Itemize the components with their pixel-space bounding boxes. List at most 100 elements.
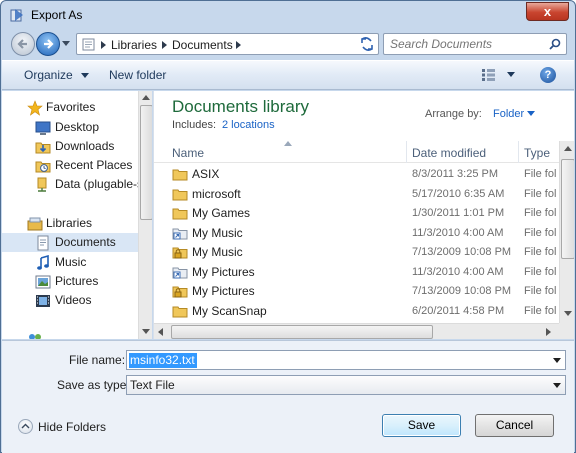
change-view-icon[interactable] bbox=[482, 69, 516, 81]
table-row[interactable]: My Games 1/30/2011 1:01 PM File fol bbox=[154, 203, 559, 223]
sort-ascending-icon bbox=[284, 141, 292, 146]
scroll-down-icon[interactable] bbox=[564, 311, 572, 316]
nav-item-label: Pictures bbox=[55, 274, 99, 288]
scroll-down-icon[interactable] bbox=[142, 329, 150, 334]
scrollbar-corner bbox=[559, 323, 574, 339]
file-name-field[interactable] bbox=[126, 350, 566, 370]
file-date-modified: 5/17/2010 6:35 AM bbox=[412, 187, 505, 200]
nav-item-homegroup[interactable] bbox=[2, 329, 152, 339]
search-icon[interactable] bbox=[549, 38, 561, 50]
nav-item-label: Recent Places bbox=[55, 158, 133, 172]
back-button[interactable] bbox=[11, 32, 35, 56]
nav-item-data-drive[interactable]: Data (plugable-se bbox=[2, 175, 152, 194]
column-date-modified[interactable]: Date modified bbox=[412, 146, 486, 160]
table-row[interactable]: My Music 7/13/2009 10:08 PM File fol bbox=[154, 242, 559, 262]
table-row[interactable]: My Pictures 11/3/2010 4:00 AM File fol bbox=[154, 262, 559, 282]
file-name-dropdown-icon[interactable] bbox=[553, 358, 561, 363]
address-bar[interactable]: Libraries Documents bbox=[76, 33, 424, 55]
nav-item-documents[interactable]: Documents bbox=[2, 233, 152, 252]
library-locations-link[interactable]: 2 locations bbox=[222, 119, 275, 131]
shortcut-folder-icon bbox=[172, 267, 188, 278]
file-date-modified: 6/20/2011 4:58 PM bbox=[412, 304, 505, 317]
organize-menu[interactable]: Organize bbox=[24, 68, 90, 82]
help-icon[interactable]: ? bbox=[540, 67, 556, 83]
column-type[interactable]: Type bbox=[524, 146, 550, 160]
nav-item-recent-places[interactable]: Recent Places bbox=[2, 156, 152, 175]
nav-item-label: Favorites bbox=[46, 100, 96, 114]
forward-button[interactable] bbox=[36, 32, 60, 56]
nav-item-label: Data (plugable-se bbox=[55, 177, 150, 191]
nav-item-downloads[interactable]: Downloads bbox=[2, 137, 152, 156]
close-button[interactable]: x bbox=[526, 2, 569, 21]
file-name: My Games bbox=[192, 206, 251, 220]
file-list-horizontal-scrollbar[interactable] bbox=[154, 323, 559, 339]
nav-item-label: Desktop bbox=[55, 120, 100, 134]
scroll-right-icon[interactable] bbox=[546, 328, 551, 336]
organize-label: Organize bbox=[24, 68, 73, 82]
breadcrumb-separator-icon[interactable] bbox=[101, 41, 106, 49]
file-date-modified: 1/30/2011 1:01 PM bbox=[412, 207, 505, 219]
file-list-vertical-scrollbar[interactable] bbox=[559, 141, 574, 323]
file-name-label: File name: bbox=[69, 353, 126, 367]
cancel-button[interactable]: Cancel bbox=[475, 414, 554, 437]
table-row[interactable]: My Music 11/3/2010 4:00 AM File fol bbox=[154, 223, 559, 243]
scrollbar-thumb[interactable] bbox=[561, 159, 574, 259]
scroll-up-icon[interactable] bbox=[564, 146, 572, 151]
column-divider[interactable] bbox=[406, 141, 407, 163]
folder-icon bbox=[172, 169, 188, 181]
file-name: My ScanSnap bbox=[192, 303, 267, 318]
refresh-icon[interactable] bbox=[356, 35, 378, 53]
export-as-dialog: Export As x Libraries Documents Search D… bbox=[0, 0, 576, 453]
arrange-by-value[interactable]: Folder bbox=[493, 108, 524, 120]
breadcrumb-libraries[interactable]: Libraries bbox=[111, 38, 157, 52]
save-as-type-select[interactable]: Text File bbox=[126, 375, 566, 395]
search-box[interactable] bbox=[383, 33, 567, 55]
scrollbar-thumb[interactable] bbox=[140, 105, 152, 220]
column-name[interactable]: Name bbox=[172, 146, 204, 160]
nav-item-music[interactable]: Music bbox=[2, 253, 152, 272]
arrange-by-label: Arrange by: bbox=[425, 108, 482, 120]
folder-icon bbox=[172, 189, 188, 200]
table-row[interactable]: My ScanSnap 6/20/2011 4:58 PM File fol bbox=[154, 301, 559, 321]
locked-folder-icon bbox=[172, 286, 188, 298]
scroll-up-icon[interactable] bbox=[142, 95, 150, 100]
table-row[interactable]: My Pictures 7/13/2009 10:08 PM File fol bbox=[154, 281, 559, 301]
hide-folders-button[interactable]: Hide Folders bbox=[18, 419, 108, 435]
scroll-left-icon[interactable] bbox=[158, 328, 163, 336]
nav-item-favorites[interactable]: Favorites bbox=[2, 98, 152, 117]
search-input[interactable] bbox=[388, 36, 538, 52]
homegroup-icon bbox=[29, 334, 41, 339]
navigation-pane: Favorites Desktop Downloads Recent Place… bbox=[2, 91, 152, 339]
breadcrumb-separator-icon[interactable] bbox=[236, 41, 241, 49]
save-button[interactable]: Save bbox=[382, 414, 461, 437]
nav-item-libraries[interactable]: Libraries bbox=[2, 214, 152, 233]
table-row[interactable]: microsoft 5/17/2010 6:35 AM File fol bbox=[154, 184, 559, 204]
navigation-pane-scrollbar[interactable] bbox=[138, 91, 152, 339]
file-name: My Pictures bbox=[192, 264, 255, 279]
breadcrumb-separator-icon[interactable] bbox=[162, 41, 167, 49]
file-type: File fol bbox=[524, 226, 557, 239]
file-date-modified: 7/13/2009 10:08 PM bbox=[412, 285, 512, 297]
column-divider[interactable] bbox=[518, 141, 519, 163]
back-arrow-icon bbox=[17, 39, 27, 49]
breadcrumb-documents[interactable]: Documents bbox=[172, 38, 233, 52]
nav-item-label: Documents bbox=[55, 235, 116, 249]
app-icon bbox=[10, 9, 23, 22]
nav-item-pictures[interactable]: Pictures bbox=[2, 272, 152, 291]
file-date-modified: 7/13/2009 10:08 PM bbox=[412, 246, 512, 258]
file-name-input[interactable] bbox=[129, 352, 539, 368]
forward-arrow-icon bbox=[44, 39, 54, 49]
new-folder-button[interactable]: New folder bbox=[109, 68, 166, 82]
recent-pages-dropdown-icon[interactable] bbox=[62, 41, 70, 46]
recent-places-icon bbox=[35, 161, 51, 173]
save-as-type-dropdown-icon[interactable] bbox=[553, 383, 561, 388]
arrange-by-dropdown-icon[interactable] bbox=[527, 111, 535, 116]
star-icon bbox=[27, 100, 43, 116]
window-title: Export As bbox=[31, 8, 83, 22]
file-name: microsoft bbox=[192, 186, 241, 201]
collapse-arrow-icon bbox=[18, 419, 33, 434]
nav-item-videos[interactable]: Videos bbox=[2, 291, 152, 310]
table-row[interactable]: ASIX 8/3/2011 3:25 PM File fol bbox=[154, 164, 559, 184]
nav-item-desktop[interactable]: Desktop bbox=[2, 118, 152, 137]
scrollbar-thumb[interactable] bbox=[171, 325, 433, 339]
